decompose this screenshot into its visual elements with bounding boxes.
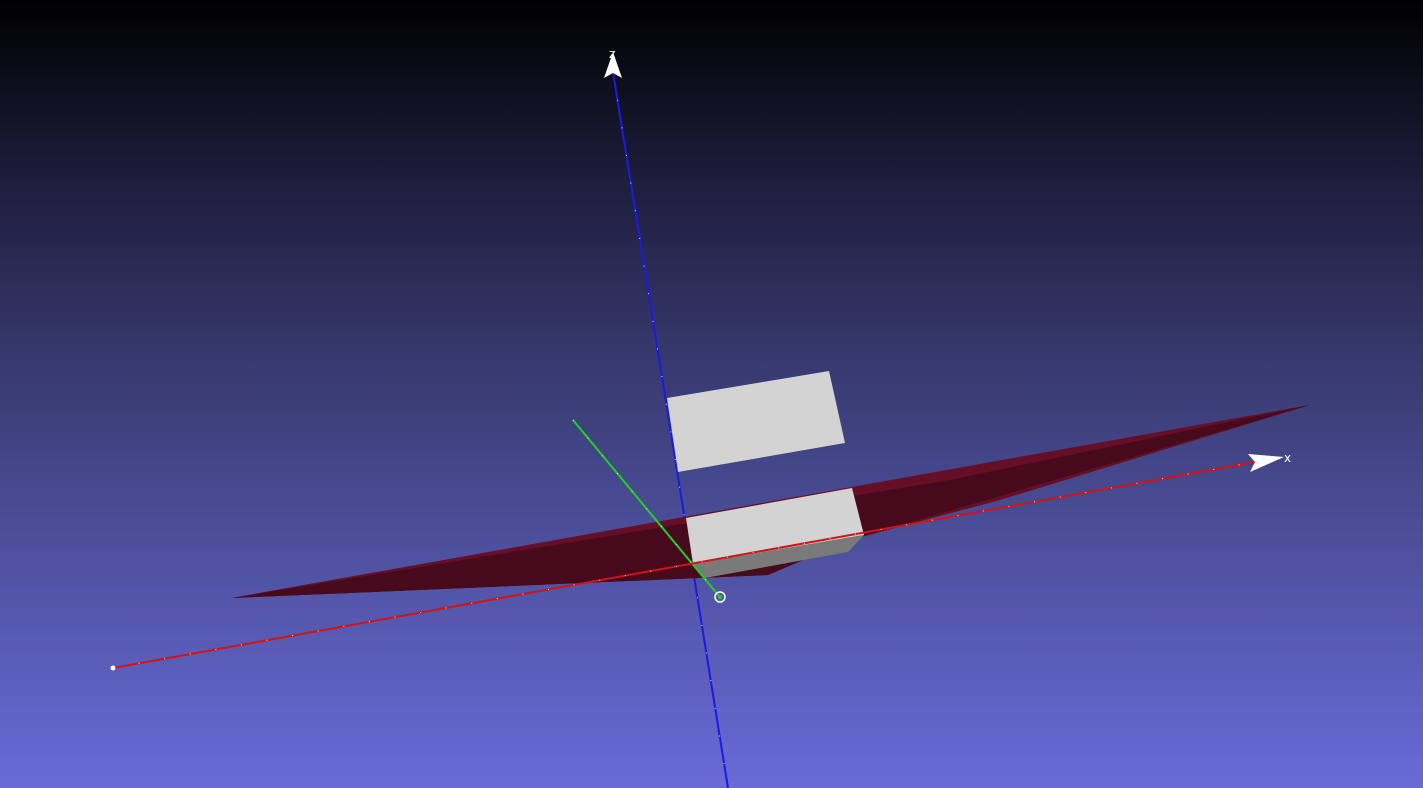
3d-viewport[interactable]: z x — [0, 0, 1423, 788]
box-upper-face — [667, 371, 845, 472]
scene-canvas[interactable]: z x — [0, 0, 1423, 788]
crosshair-icon — [714, 591, 726, 603]
x-axis-line — [112, 461, 1256, 669]
box-object[interactable] — [667, 371, 845, 472]
z-axis-label: z — [609, 47, 615, 61]
x-axis-label: x — [1284, 451, 1291, 465]
x-axis-start-point — [110, 665, 116, 671]
